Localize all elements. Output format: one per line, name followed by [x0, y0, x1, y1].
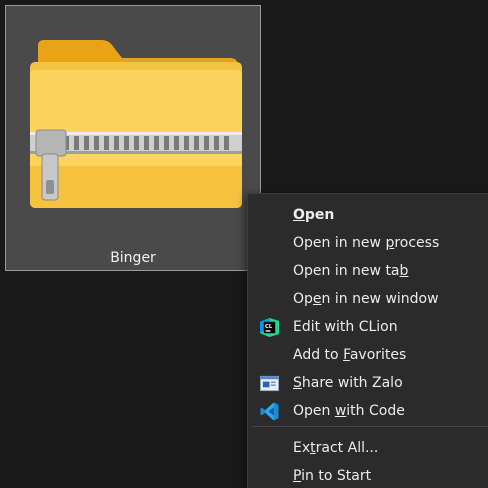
file-item-selected[interactable]: Binger [5, 5, 261, 271]
menu-item-add-to-favorites[interactable]: Add to Favorites [248, 341, 488, 369]
menu-item-label: Open in new process [293, 235, 440, 251]
menu-item-label: Open in new tab [293, 263, 409, 279]
file-name-label: Binger [110, 250, 156, 266]
menu-item-label: Extract All... [293, 440, 379, 456]
menu-item-label: Edit with CLion [293, 319, 398, 335]
menu-item-share-with-zalo[interactable]: Share with Zalo [248, 369, 488, 397]
context-menu: Open Open in new process Open in new tab… [247, 193, 488, 488]
menu-item-open-new-process[interactable]: Open in new process [248, 229, 488, 257]
menu-item-open-new-tab[interactable]: Open in new tab [248, 257, 488, 285]
vscode-icon [260, 402, 279, 421]
menu-item-edit-with-clion[interactable]: CL Edit with CLion [248, 313, 488, 341]
menu-item-pin-to-start[interactable]: Pin to Start [248, 462, 488, 488]
desktop: Binger Open Open in new process Open in … [0, 0, 488, 488]
menu-item-open-with-code[interactable]: Open with Code [248, 397, 488, 425]
menu-item-label: Open with Code [293, 403, 405, 419]
zalo-share-icon [260, 375, 279, 392]
menu-item-label: Open in new window [293, 291, 439, 307]
menu-item-label: Open [293, 207, 335, 223]
menu-item-label: Add to Favorites [293, 347, 407, 363]
menu-item-extract-all[interactable]: Extract All... [248, 434, 488, 462]
menu-item-label: Share with Zalo [293, 375, 403, 391]
menu-item-label: Pin to Start [293, 468, 372, 484]
zip-folder-icon [30, 40, 242, 208]
menu-separator [252, 426, 488, 427]
menu-item-open[interactable]: Open [248, 201, 488, 229]
svg-text:CL: CL [265, 324, 273, 330]
clion-icon: CL [260, 318, 279, 337]
menu-item-open-new-window[interactable]: Open in new window [248, 285, 488, 313]
